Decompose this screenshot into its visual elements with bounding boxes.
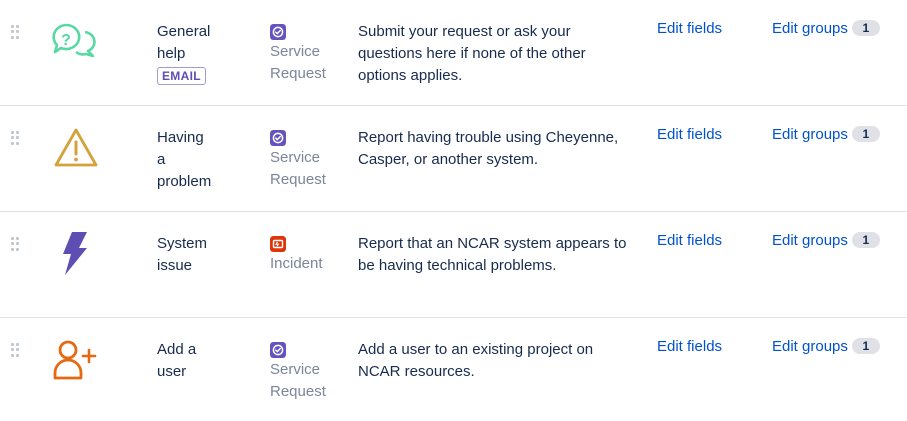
lightning-bolt-icon [63, 232, 87, 275]
request-type-description: Submit your request or ask your question… [358, 23, 586, 84]
drag-handle-icon[interactable] [11, 343, 19, 357]
group-count-badge: 1 [851, 338, 880, 354]
email-badge: EMAIL [157, 67, 206, 85]
request-type-name: Having a problem [157, 129, 212, 190]
edit-fields-link[interactable]: Edit fields [657, 337, 722, 357]
edit-groups-link[interactable]: Edit groups 1 [772, 337, 880, 357]
edit-fields-link[interactable]: Edit fields [657, 19, 722, 39]
request-type-row: ? General help EMAIL Service Request Sub… [0, 0, 907, 106]
request-type-name: General help EMAIL [157, 23, 211, 85]
incident-icon [270, 236, 286, 252]
request-type-description: Report having trouble using Cheyenne, Ca… [358, 129, 619, 168]
request-type-row: System issue Incident Report that an NCA… [0, 212, 907, 318]
request-type-row: Having a problem Service Request Report … [0, 106, 907, 212]
svg-text:?: ? [61, 32, 71, 49]
request-type-description: Report that an NCAR system appears to be… [358, 235, 627, 274]
request-type-description: Add a user to an existing project on NCA… [358, 341, 594, 380]
warning-triangle-icon [54, 128, 98, 167]
drag-handle-icon[interactable] [11, 25, 19, 39]
service-request-icon [270, 24, 286, 40]
drag-handle-icon[interactable] [11, 131, 19, 145]
request-types-table: ? General help EMAIL Service Request Sub… [0, 0, 907, 421]
add-user-icon [53, 340, 97, 380]
edit-groups-link[interactable]: Edit groups 1 [772, 19, 880, 39]
category-cell: Service Request [270, 24, 350, 85]
edit-fields-link[interactable]: Edit fields [657, 125, 722, 145]
service-request-icon [270, 342, 286, 358]
group-count-badge: 1 [851, 232, 880, 248]
request-type-name: Add a user [157, 341, 197, 380]
request-type-row: Add a user Service Request Add a user to… [0, 318, 907, 421]
service-request-icon [270, 130, 286, 146]
edit-groups-link[interactable]: Edit groups 1 [772, 231, 880, 251]
category-cell: Incident [270, 236, 350, 275]
edit-fields-link[interactable]: Edit fields [657, 231, 722, 251]
group-count-badge: 1 [851, 20, 880, 36]
category-cell: Service Request [270, 342, 350, 403]
question-bubbles-icon: ? [52, 23, 96, 58]
request-type-name: System issue [157, 235, 208, 274]
category-cell: Service Request [270, 130, 350, 191]
drag-handle-icon[interactable] [11, 237, 19, 251]
group-count-badge: 1 [851, 126, 880, 142]
edit-groups-link[interactable]: Edit groups 1 [772, 125, 880, 145]
